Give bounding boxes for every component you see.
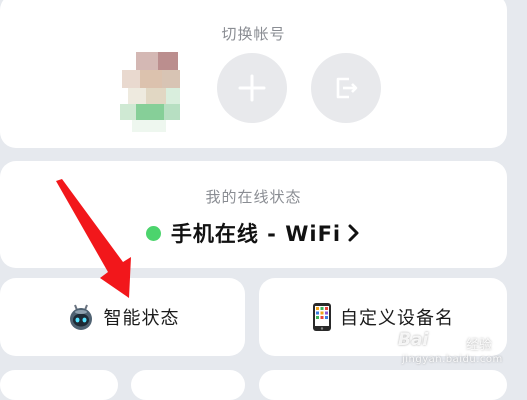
partial-tile-middle[interactable] [131, 370, 245, 400]
add-account-button[interactable] [217, 53, 287, 123]
online-indicator-dot [145, 225, 161, 241]
online-status-selector[interactable]: 手机在线 - WiFi [0, 218, 507, 248]
custom-device-name-label: 自定义设备名 [340, 308, 454, 329]
plus-icon [238, 74, 266, 102]
online-status-text: 手机在线 - WiFi [170, 222, 342, 246]
switch-account-title: 切换帐号 [221, 25, 286, 43]
watermark-sub: 经验 [466, 338, 493, 353]
watermark-brand: Bai [398, 330, 429, 350]
logout-button[interactable] [311, 53, 381, 123]
smart-status-tile[interactable]: 智能状态 [0, 278, 245, 356]
switch-account-card: 切换帐号 [0, 0, 507, 148]
phone-icon [313, 303, 331, 331]
watermark-url: jingyan.baidu.com [402, 354, 503, 365]
partial-tile-left[interactable] [0, 370, 118, 400]
chevron-right-icon [348, 224, 359, 242]
watermark: Bai 经验 jingyan.baidu.com [398, 330, 523, 372]
robot-icon [69, 304, 92, 330]
smart-status-label: 智能状态 [103, 308, 180, 329]
partial-tile-right[interactable] [259, 370, 507, 400]
logout-icon [336, 77, 358, 99]
online-status-title: 我的在线状态 [205, 188, 302, 206]
online-status-card: 我的在线状态 手机在线 - WiFi [0, 161, 507, 268]
avatar[interactable] [118, 46, 184, 134]
